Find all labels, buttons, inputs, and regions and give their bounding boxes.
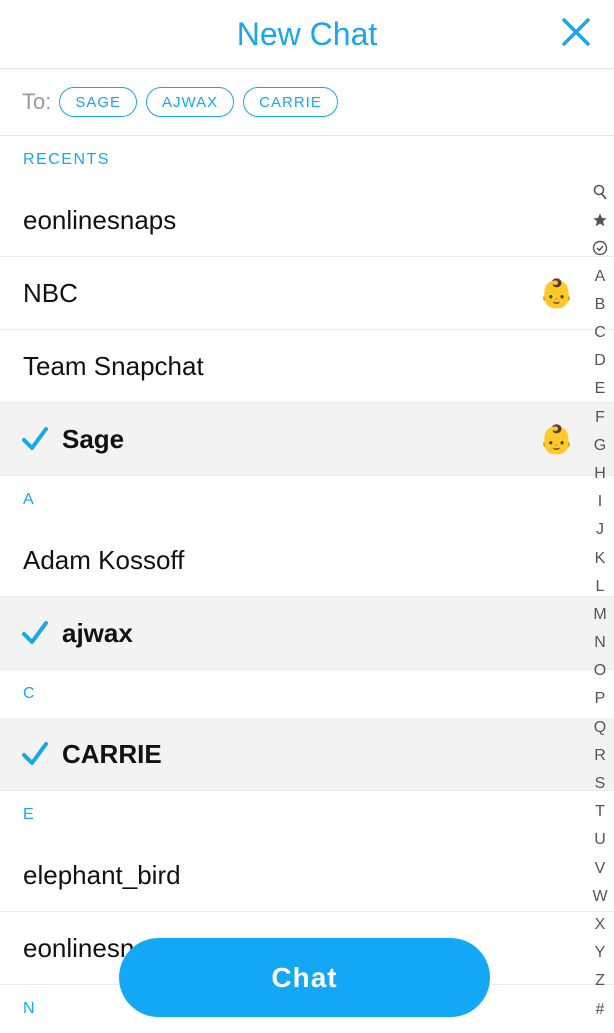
contact-name: eonlinesnaps [23, 204, 177, 235]
index-letter[interactable]: R [594, 742, 606, 770]
contact-name: Team Snapchat [23, 350, 204, 381]
index-letter[interactable]: B [595, 291, 606, 319]
contact-row[interactable]: Team Snapchat [0, 330, 614, 403]
recipient-chip[interactable]: CARRIE [243, 87, 338, 117]
index-check-icon[interactable] [592, 234, 608, 262]
index-star-icon[interactable] [592, 206, 608, 234]
index-letter[interactable]: P [595, 685, 606, 713]
chat-button[interactable]: Chat [119, 938, 490, 1017]
contact-row[interactable]: Adam Kossoff [0, 524, 614, 597]
index-letter[interactable]: A [595, 263, 606, 291]
contact-list[interactable]: RECENTS eonlinesnaps NBC 👶 Team Snapchat Sage… [0, 136, 614, 1033]
section-header: RECENTS [23, 151, 110, 168]
contact-name: Sage [62, 423, 125, 454]
recipient-chip[interactable]: AJWAX [146, 87, 235, 117]
index-letter[interactable]: Y [595, 939, 606, 967]
index-letter[interactable]: S [595, 770, 606, 798]
index-letter[interactable]: G [594, 432, 606, 460]
index-letter[interactable]: W [592, 883, 607, 911]
header: New Chat [0, 0, 614, 69]
contact-row[interactable]: NBC 👶 [0, 257, 614, 330]
index-letter[interactable]: E [595, 375, 606, 403]
index-letter[interactable]: F [595, 404, 605, 432]
contact-row[interactable]: elephant_bird [0, 839, 614, 912]
contact-name: elephant_bird [23, 859, 181, 890]
contact-row[interactable]: eonlinesnaps [0, 184, 614, 257]
section-header: A [23, 491, 36, 508]
recipient-chip[interactable]: SAGE [59, 87, 138, 117]
close-icon[interactable] [558, 14, 594, 50]
recipients-bar[interactable]: To: SAGE AJWAX CARRIE [0, 69, 614, 136]
page-title: New Chat [236, 15, 378, 52]
section-header: C [23, 685, 37, 702]
index-letter[interactable]: O [594, 657, 606, 685]
contact-name: Adam Kossoff [23, 544, 185, 575]
checkmark-icon [22, 621, 48, 644]
index-letter[interactable]: L [596, 573, 605, 601]
index-letter[interactable]: J [596, 516, 604, 544]
index-letter[interactable]: K [595, 544, 606, 572]
contact-row[interactable]: Sage 👶 [0, 403, 614, 476]
baby-emoji-icon: 👶 [539, 278, 574, 309]
index-letter[interactable]: U [594, 826, 606, 854]
index-letter[interactable]: Z [595, 967, 605, 995]
index-letter[interactable]: Q [594, 714, 606, 742]
index-letter[interactable]: C [594, 319, 606, 347]
baby-emoji-icon: 👶 [539, 424, 574, 455]
index-letter[interactable]: D [594, 347, 606, 375]
index-letter[interactable]: # [596, 995, 605, 1023]
alphabet-index[interactable]: A B C D E F G H I J K L M N O P Q R S T U V W X Y Z # [586, 178, 614, 1024]
to-label: To: [22, 89, 52, 114]
contact-name: NBC [23, 277, 78, 308]
index-letter[interactable]: V [595, 855, 606, 883]
section-header: E [23, 806, 36, 823]
index-letter[interactable]: H [594, 460, 606, 488]
index-letter[interactable]: N [594, 629, 606, 657]
index-letter[interactable]: T [595, 798, 605, 826]
contact-name: ajwax [62, 617, 133, 648]
contact-name: CARRIE [62, 738, 162, 769]
index-letter[interactable]: I [598, 488, 602, 516]
contact-row[interactable]: ajwax [0, 597, 614, 670]
checkmark-icon [22, 742, 48, 765]
index-search-icon[interactable] [593, 178, 607, 206]
contact-row[interactable]: CARRIE [0, 718, 614, 791]
checkmark-icon [22, 427, 48, 450]
index-letter[interactable]: X [595, 911, 606, 939]
index-letter[interactable]: M [593, 601, 606, 629]
